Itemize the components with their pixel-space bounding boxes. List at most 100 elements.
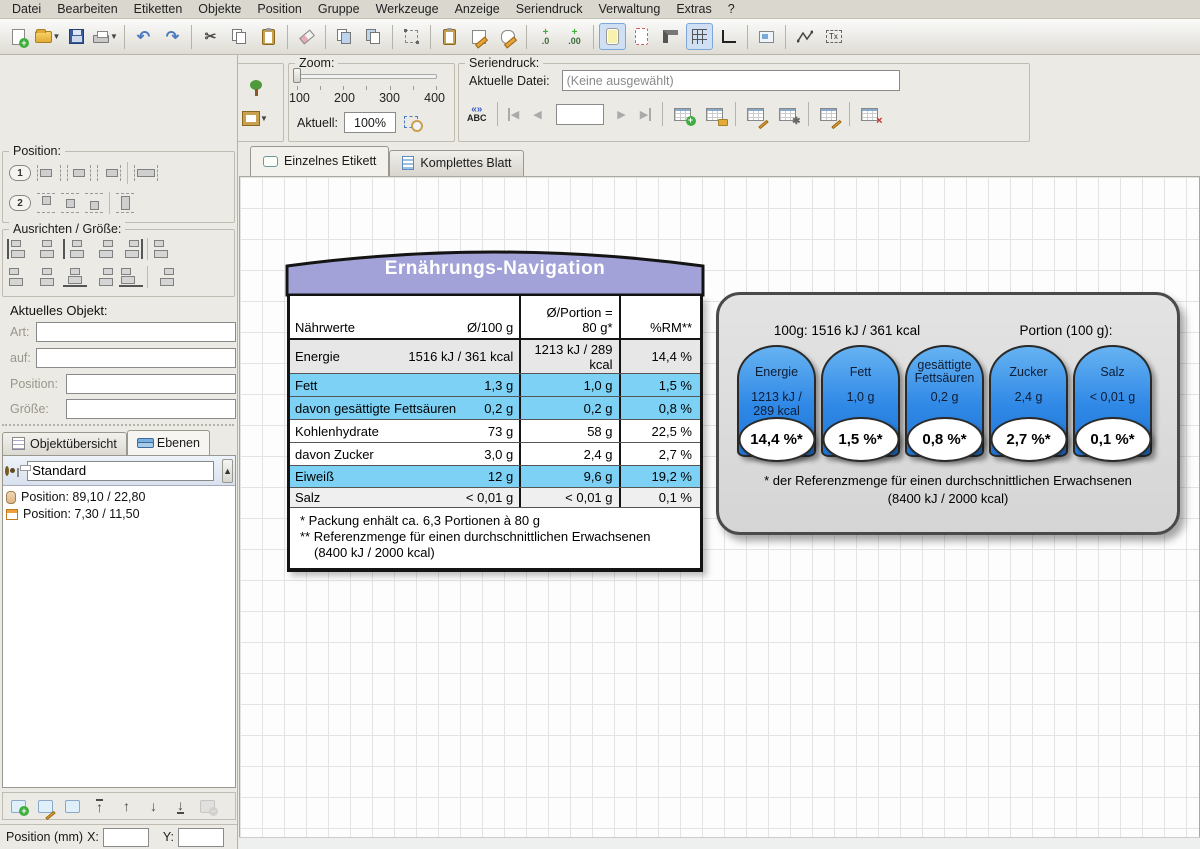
menu-gruppe[interactable]: Gruppe [310, 1, 368, 17]
record-number-input[interactable] [556, 104, 604, 125]
menu-verwaltung[interactable]: Verwaltung [590, 1, 668, 17]
current-file-input[interactable]: (Keine ausgewählt) [562, 70, 900, 91]
show-label-outline-button[interactable] [628, 23, 655, 50]
zoom-fit-button[interactable] [404, 114, 424, 132]
menu-help[interactable]: ? [720, 1, 743, 17]
menu-seriendruck[interactable]: Seriendruck [508, 1, 591, 17]
curve-tool-button[interactable] [791, 23, 818, 50]
align-distribute-v-button[interactable] [91, 267, 115, 287]
erase-button[interactable] [293, 23, 320, 50]
new-label-button[interactable]: + [5, 23, 32, 50]
nutrition-badge-card[interactable]: 100g: 1516 kJ / 361 kcal Portion (100 g)… [716, 292, 1180, 535]
tab-single-label[interactable]: Einzelnes Etikett [250, 146, 389, 176]
menu-position[interactable]: Position [249, 1, 309, 17]
send-to-back-button[interactable] [331, 23, 358, 50]
align-left-edges-button[interactable] [7, 239, 31, 259]
transform-button[interactable] [398, 23, 425, 50]
add-decimal2-button[interactable]: +.00 [561, 23, 588, 50]
image-settings-button[interactable] [753, 23, 780, 50]
position-right-button[interactable] [97, 165, 121, 181]
print-button[interactable]: ▼ [92, 23, 119, 50]
menu-extras[interactable]: Extras [668, 1, 719, 17]
tab-object-overview[interactable]: Objektübersicht [2, 432, 127, 455]
position-stretch-v-button[interactable] [116, 193, 134, 213]
align-center-line-button[interactable] [63, 239, 87, 259]
align-middle-line-button[interactable] [63, 267, 87, 287]
zoom-slider-thumb[interactable] [293, 68, 301, 83]
object-position-field[interactable] [66, 374, 236, 394]
paste-button[interactable] [255, 23, 282, 50]
align-middle-v-button[interactable] [35, 267, 59, 287]
add-layer-button[interactable]: + [6, 795, 31, 818]
layer-visibility-icon[interactable] [5, 466, 9, 476]
menu-anzeige[interactable]: Anzeige [447, 1, 508, 17]
clipart-tool-button[interactable] [241, 74, 270, 101]
x-coordinate-input[interactable] [103, 828, 149, 847]
position-stretch-h-button[interactable] [134, 165, 158, 181]
move-up-button[interactable]: ↑ [114, 795, 139, 818]
position-top-button[interactable] [37, 193, 55, 213]
datasource-open-button[interactable] [701, 102, 729, 126]
zoom-current-input[interactable]: 100% [344, 112, 396, 133]
datasource-new-button[interactable]: + [669, 102, 697, 126]
cut-button[interactable]: ✂ [197, 23, 224, 50]
zoom-slider-track[interactable] [297, 74, 437, 79]
copy-layer-button[interactable] [60, 795, 85, 818]
list-item[interactable]: Position: 7,30 / 11,50 [6, 507, 232, 521]
edit-comment-button[interactable] [494, 23, 521, 50]
tab-full-sheet[interactable]: Komplettes Blatt [389, 150, 524, 176]
move-down-button[interactable]: ↓ [141, 795, 166, 818]
record-first-button[interactable]: ◀ [502, 103, 526, 125]
menu-werkzeuge[interactable]: Werkzeuge [368, 1, 447, 17]
tab-layers[interactable]: Ebenen [127, 430, 210, 455]
layer-print-icon[interactable] [17, 468, 19, 477]
menu-objekte[interactable]: Objekte [190, 1, 249, 17]
nutrition-banner-title[interactable]: Ernährungs-Navigation [285, 258, 705, 280]
text-frame-button[interactable]: Tx [820, 23, 847, 50]
show-ruler-button[interactable] [657, 23, 684, 50]
move-to-top-button[interactable]: ↑ [87, 795, 112, 818]
datasource-edit-button[interactable] [742, 102, 770, 126]
align-same-height-button[interactable] [152, 267, 176, 287]
edit-notes-button[interactable] [465, 23, 492, 50]
record-last-button[interactable]: ▶ [634, 103, 658, 125]
record-next-button[interactable]: ▶ [610, 103, 634, 125]
list-item[interactable]: Position: 89,10 / 22,80 [6, 490, 232, 504]
position-center-h-button[interactable] [67, 165, 91, 181]
datasource-remove-button[interactable]: × [856, 102, 884, 126]
align-same-width-button[interactable] [152, 239, 176, 259]
show-axes-button[interactable] [715, 23, 742, 50]
frame-tool-button[interactable]: ▼ [241, 105, 270, 132]
align-center-h-button[interactable] [35, 239, 59, 259]
nutrition-table[interactable]: Nährwerte Ø/100 g Ø/Portion = 80 g* %RM*… [287, 296, 703, 572]
undo-button[interactable]: ↶ [130, 23, 157, 50]
datasource-settings-button[interactable]: ✱ [774, 102, 802, 126]
record-prev-button[interactable]: ◀ [526, 103, 550, 125]
align-right-edges-button[interactable] [119, 239, 143, 259]
menu-etiketten[interactable]: Etiketten [126, 1, 191, 17]
show-label-button[interactable] [599, 23, 626, 50]
open-dropdown-arrow[interactable]: ▼ [53, 32, 61, 41]
save-button[interactable] [63, 23, 90, 50]
align-top-edges-button[interactable] [7, 267, 31, 287]
align-distribute-h-button[interactable] [91, 239, 115, 259]
object-size-field[interactable] [66, 399, 236, 419]
copy-button[interactable] [226, 23, 253, 50]
redo-button[interactable]: ↷ [159, 23, 186, 50]
menu-datei[interactable]: Datei [4, 1, 49, 17]
paste-special-button[interactable] [436, 23, 463, 50]
datasource-refresh-button[interactable] [815, 102, 843, 126]
layer-name-input[interactable] [27, 461, 214, 481]
move-to-bottom-button[interactable]: ↓ [168, 795, 193, 818]
position-preset-1-button[interactable]: 1 [9, 165, 31, 181]
add-decimal-button[interactable]: +.0 [532, 23, 559, 50]
show-grid-button[interactable] [686, 23, 713, 50]
menu-bearbeiten[interactable]: Bearbeiten [49, 1, 125, 17]
object-on-field[interactable] [36, 348, 236, 368]
frame-dropdown-arrow[interactable]: ▼ [260, 114, 268, 123]
position-center-v-button[interactable] [61, 193, 79, 213]
position-bottom-button[interactable] [85, 193, 103, 213]
object-type-field[interactable] [36, 322, 236, 342]
align-bottom-edges-button[interactable] [119, 267, 143, 287]
print-dropdown-arrow[interactable]: ▼ [110, 32, 118, 41]
